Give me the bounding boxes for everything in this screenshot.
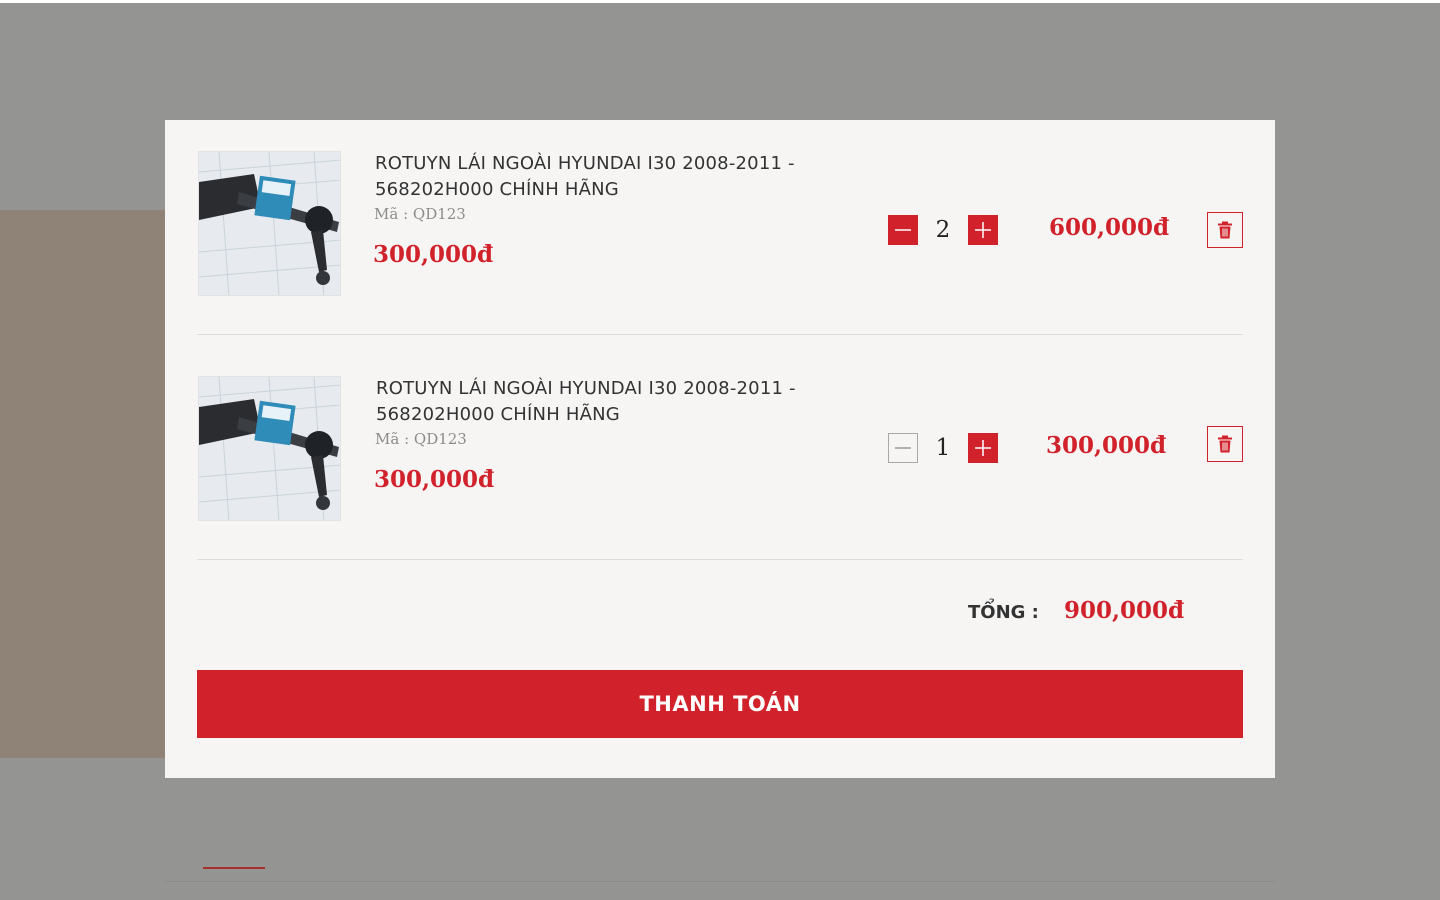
cart-item: ROTUYN LÁI NGOÀI HYUNDAI I30 2008-2011 -… [197, 376, 1243, 560]
cart-modal: ROTUYN LÁI NGOÀI HYUNDAI I30 2008-2011 -… [165, 120, 1275, 778]
cart-total-label: TỔNG : [968, 602, 1039, 623]
product-code: Mã : QD123 [375, 430, 467, 448]
line-total: 600,000đ [1048, 214, 1170, 241]
product-code: Mã : QD123 [374, 205, 466, 223]
quantity-stepper: 2 [888, 215, 998, 245]
trash-icon [1218, 221, 1232, 239]
background-divider [165, 881, 1275, 882]
product-unit-price: 300,000đ [374, 466, 495, 493]
background-banner [0, 210, 165, 758]
product-name[interactable]: ROTUYN LÁI NGOÀI HYUNDAI I30 2008-2011 -… [376, 376, 836, 428]
decrease-quantity-button[interactable] [888, 433, 918, 463]
product-unit-price: 300,000đ [373, 241, 494, 268]
product-image[interactable] [198, 151, 341, 296]
cart-total-value: 900,000đ [1064, 597, 1185, 624]
product-image[interactable] [198, 376, 341, 521]
minus-icon [895, 229, 911, 231]
plus-icon [975, 440, 991, 456]
product-photo-icon [199, 377, 340, 520]
line-total: 300,000đ [1045, 432, 1167, 459]
plus-icon [975, 222, 991, 238]
quantity-value[interactable]: 2 [918, 215, 968, 245]
quantity-value[interactable]: 1 [918, 433, 968, 463]
product-name[interactable]: ROTUYN LÁI NGOÀI HYUNDAI I30 2008-2011 -… [375, 151, 835, 203]
background-tab-underline [203, 867, 265, 869]
trash-icon [1218, 435, 1232, 453]
increase-quantity-button[interactable] [968, 215, 998, 245]
product-photo-icon [199, 152, 340, 295]
remove-item-button[interactable] [1207, 426, 1243, 462]
increase-quantity-button[interactable] [968, 433, 998, 463]
minus-icon [895, 447, 911, 449]
cart-item: ROTUYN LÁI NGOÀI HYUNDAI I30 2008-2011 -… [197, 151, 1243, 335]
quantity-stepper: 1 [888, 433, 998, 463]
decrease-quantity-button[interactable] [888, 215, 918, 245]
checkout-button[interactable]: THANH TOÁN [197, 670, 1243, 738]
remove-item-button[interactable] [1207, 212, 1243, 248]
page-top-strip [0, 0, 1440, 3]
